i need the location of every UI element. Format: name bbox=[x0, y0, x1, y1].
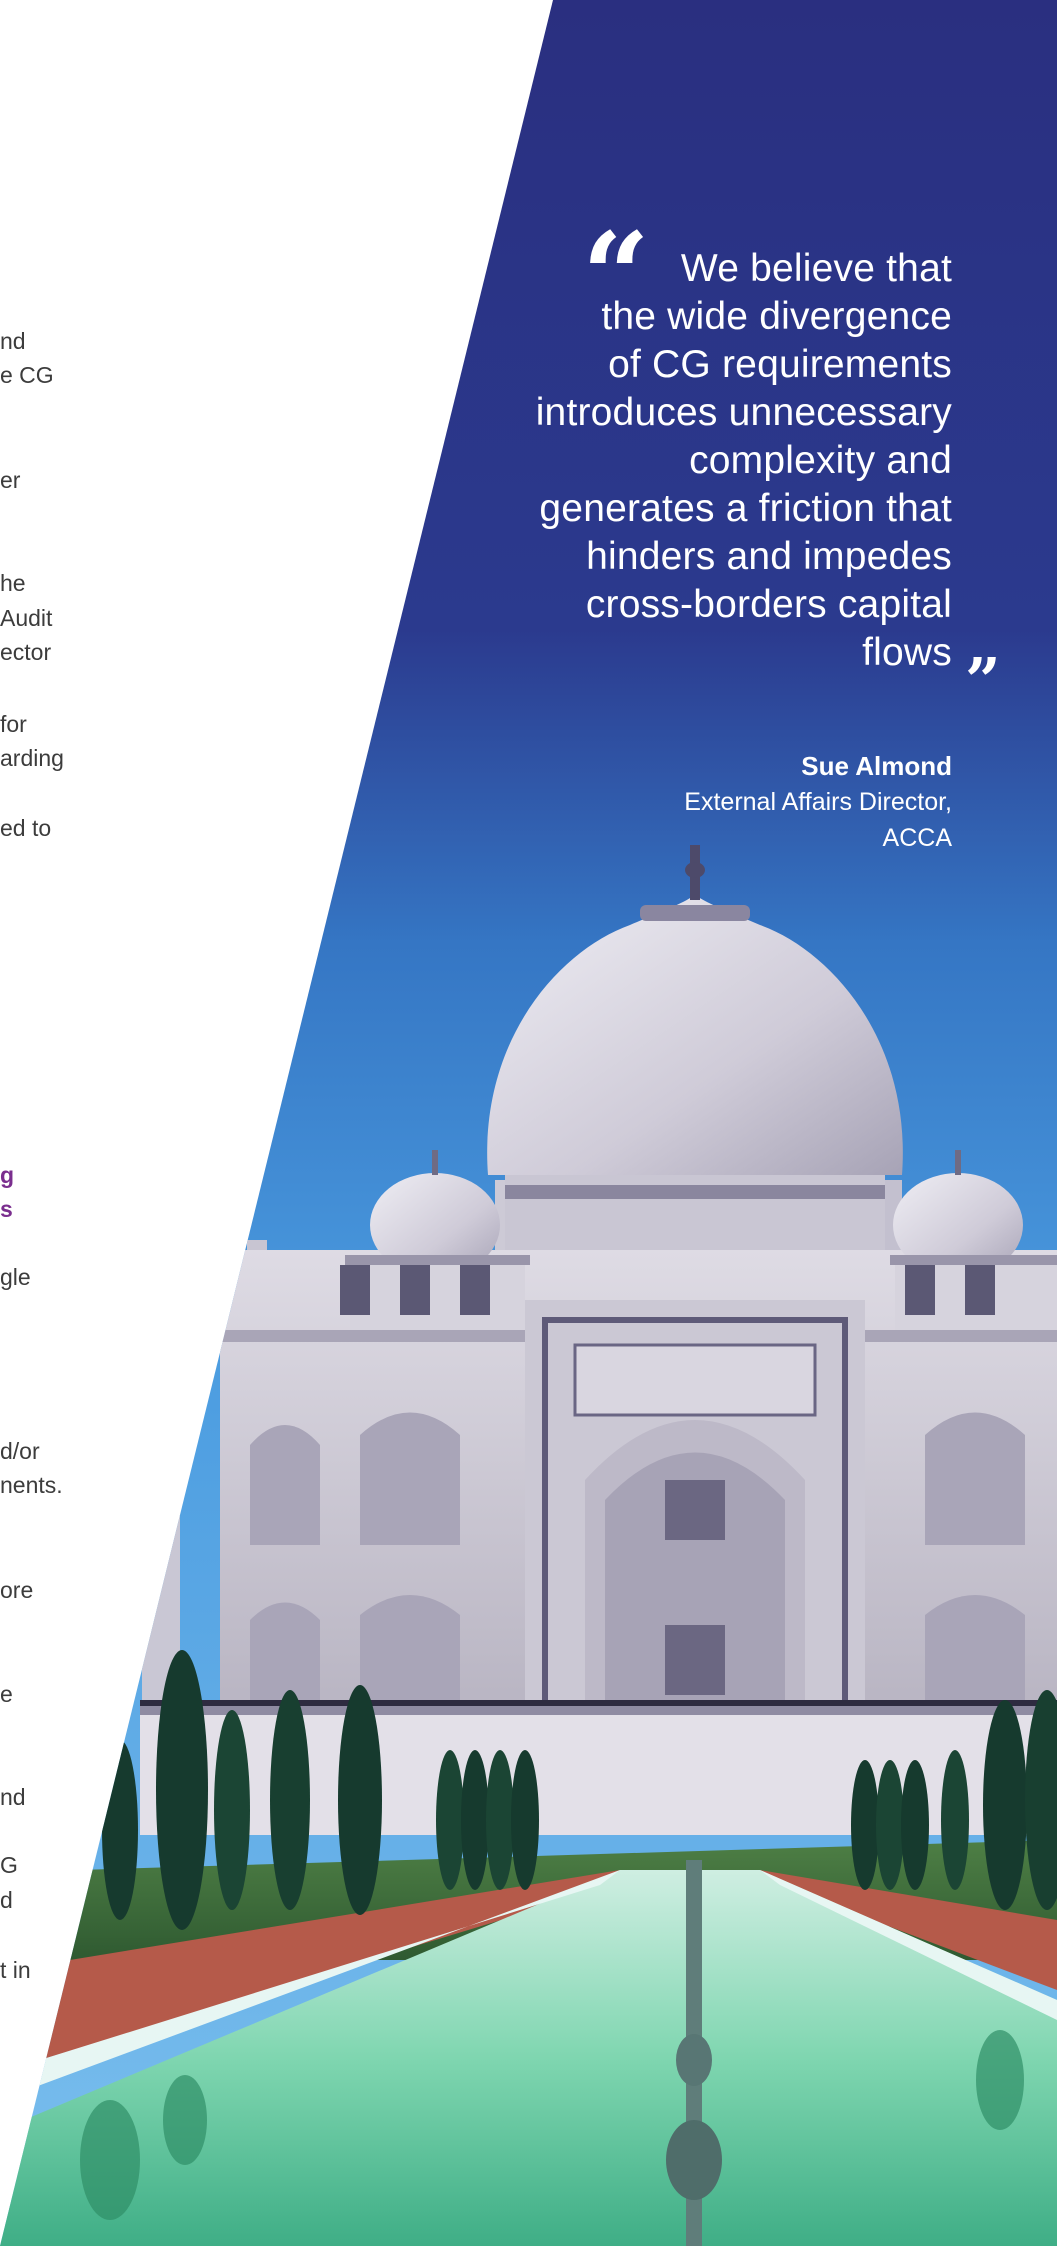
quote-line: hinders and impedes bbox=[586, 535, 952, 578]
quote-line: cross-borders capital bbox=[585, 583, 952, 626]
pull-quote: “ We believe that the wide divergence of… bbox=[480, 217, 1001, 712]
author-role: External Affairs Director, bbox=[684, 788, 952, 816]
text-fragment: arding bbox=[0, 745, 64, 771]
quote-line: introduces unnecessary bbox=[535, 391, 952, 434]
quote-line: We believe that bbox=[680, 247, 952, 290]
quote-photo-panel: “ We believe that the wide divergence of… bbox=[0, 0, 1057, 2246]
quote-line: of CG requirements bbox=[608, 343, 952, 386]
close-quote-mark: ” bbox=[965, 644, 1001, 717]
quote-line: the wide divergence bbox=[601, 295, 952, 338]
author-name: Sue Almond bbox=[801, 751, 952, 781]
text-fragment: nents. bbox=[0, 1472, 63, 1498]
text-fragment: ector bbox=[0, 639, 52, 665]
open-quote-mark: “ bbox=[582, 206, 650, 345]
text-fragment: e CG bbox=[0, 362, 54, 388]
quote-text: We believe that the wide divergence of C… bbox=[480, 245, 952, 677]
text-fragment: for bbox=[0, 711, 27, 737]
text-fragment: Audit bbox=[0, 605, 53, 631]
text-fragment: gle bbox=[0, 1264, 31, 1290]
text-fragment: t in bbox=[0, 1957, 31, 1983]
heading-fragment: g bbox=[0, 1162, 15, 1188]
text-fragment: ore bbox=[0, 1577, 34, 1603]
quote-line: flows bbox=[862, 631, 952, 674]
quote-attribution: Sue Almond External Affairs Director, AC… bbox=[560, 748, 952, 856]
quote-line: complexity and bbox=[689, 439, 952, 482]
text-fragment: nd bbox=[0, 328, 26, 354]
text-fragment: er bbox=[0, 467, 21, 493]
quote-line: generates a friction that bbox=[539, 487, 952, 530]
text-fragment: d/or bbox=[0, 1438, 40, 1464]
text-fragment: nd bbox=[0, 1784, 26, 1810]
heading-fragment: s bbox=[0, 1196, 13, 1222]
text-fragment: he bbox=[0, 570, 26, 596]
text-fragment: e bbox=[0, 1681, 13, 1707]
text-fragment: ed to bbox=[0, 815, 52, 841]
text-fragment: d bbox=[0, 1887, 13, 1913]
text-fragment: G bbox=[0, 1852, 18, 1878]
author-organisation: ACCA bbox=[882, 824, 952, 852]
document-page: nd e CG er he Audit ector for arding ed … bbox=[0, 0, 1057, 2246]
